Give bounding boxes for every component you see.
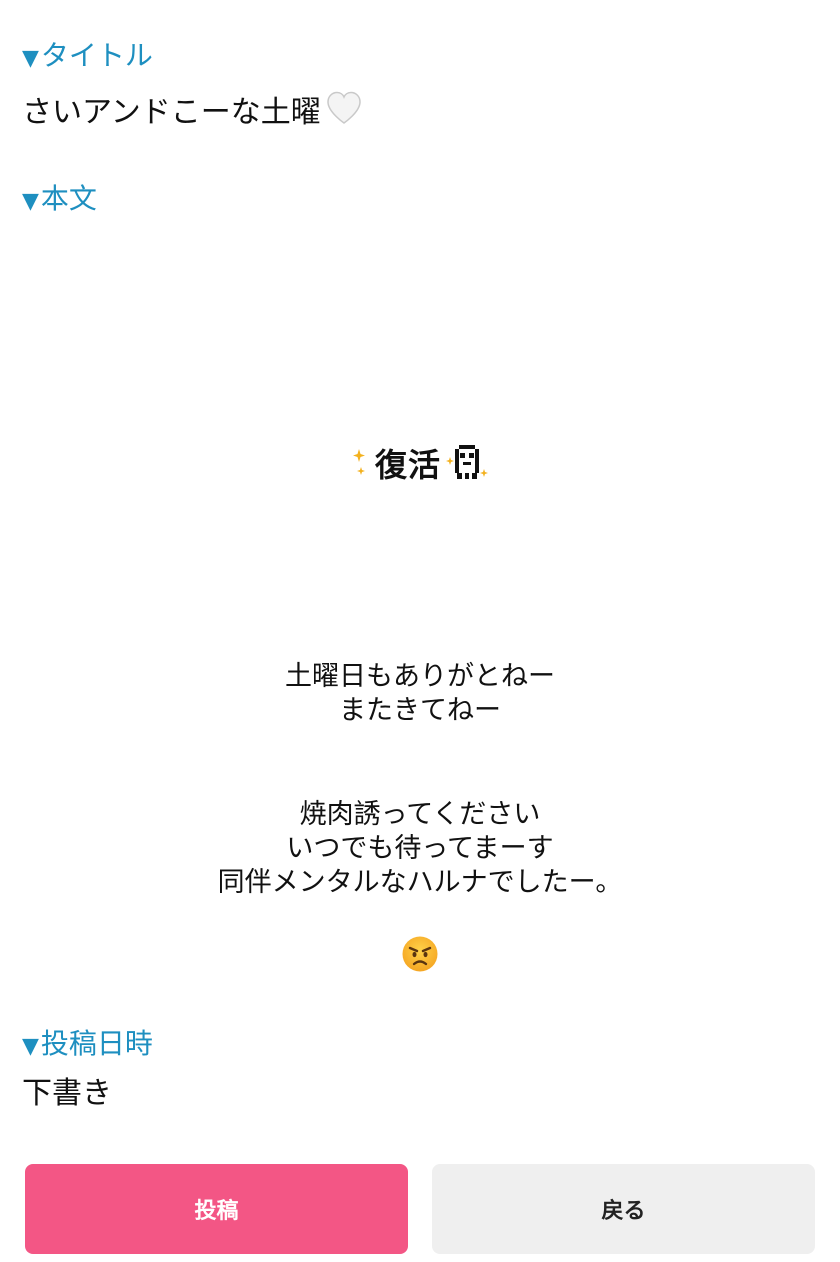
triangle-down-icon: ▼ [22,1034,39,1059]
angry-face-icon [401,935,439,973]
body-paragraph-1: 土曜日もありがとねー またきてねー [0,660,840,728]
body-line: 土曜日もありがとねー [285,661,555,692]
title-section-label: ▼タイトル [22,38,153,77]
triangle-down-icon: ▼ [22,189,39,214]
body-line: 焼肉誘ってください [299,799,541,830]
white-heart-icon [325,90,363,137]
post-preview-page: ▼タイトル さいアンドこーな土曜 ▼本文 復活 土曜日もありがとねー またきてね… [0,0,840,1262]
date-section-label: ▼投稿日時 [22,1026,153,1065]
revival-sticker: 復活 [0,440,840,486]
body-label-text: 本文 [40,182,97,215]
title-value: さいアンドこーな土曜 [22,90,363,137]
body-line: またきてねー [339,695,501,726]
sticker-text: 復活 [374,446,441,484]
date-label-text: 投稿日時 [40,1027,153,1060]
body-line: 同伴メンタルなハルナでしたー。 [217,867,623,898]
post-button[interactable]: 投稿 [25,1164,408,1254]
date-value: 下書き [22,1076,112,1111]
body-line: いつでも待ってまーす [286,833,554,864]
title-text: さいアンドこーな土曜 [22,95,321,130]
ghost-icon [446,445,488,479]
body-paragraph-2: 焼肉誘ってください いつでも待ってまーす 同伴メンタルなハルナでしたー。 [0,798,840,900]
body-section-label: ▼本文 [22,181,97,220]
sparkle-icon [352,449,365,475]
title-label-text: タイトル [40,39,153,72]
back-button[interactable]: 戻る [432,1164,815,1254]
triangle-down-icon: ▼ [22,46,39,71]
